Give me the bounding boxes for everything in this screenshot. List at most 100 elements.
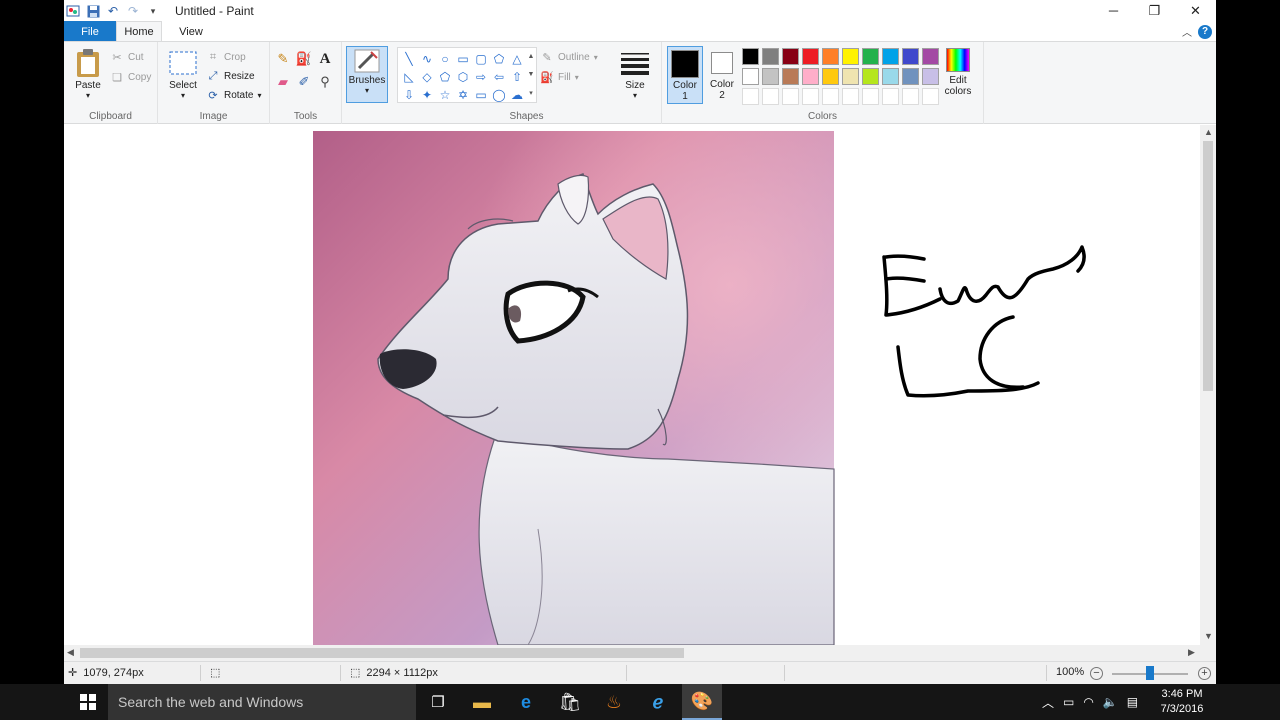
save-icon[interactable] <box>86 4 100 18</box>
undo-icon[interactable]: ↶ <box>106 4 120 18</box>
horizontal-scroll-thumb[interactable] <box>80 648 684 658</box>
customize-icon[interactable]: ▾ <box>146 4 160 18</box>
tab-file[interactable]: File <box>64 21 116 42</box>
fill-dropdown-icon: ▾ <box>574 72 579 82</box>
paste-label: Paste <box>75 80 101 91</box>
scroll-up-arrow-icon[interactable]: ▲ <box>1204 127 1213 137</box>
scroll-left-arrow-icon[interactable]: ◀ <box>67 647 74 658</box>
crop-button[interactable]: ⌗ Crop <box>206 48 246 66</box>
store-icon[interactable]: 🛍 <box>550 684 590 720</box>
zoom-out-icon[interactable]: − <box>1090 667 1103 680</box>
outline-button[interactable]: ✎ Outline ▾ <box>540 48 597 66</box>
edge-icon[interactable]: e <box>506 684 546 720</box>
shapes-scroll[interactable]: ▲ ▼ ▾ <box>526 48 536 102</box>
brushes-button[interactable]: Brushes ▾ <box>346 46 388 103</box>
internet-explorer-icon[interactable]: ℯ <box>638 684 678 720</box>
paste-button[interactable]: Paste ▾ <box>70 48 106 100</box>
horizontal-scrollbar[interactable]: ◀ ▶ <box>64 645 1200 661</box>
down-arrow-shape-icon[interactable]: ⇩ <box>400 86 418 104</box>
restore-icon[interactable]: ❐ <box>1134 0 1175 21</box>
diamond-shape-icon[interactable]: ◇ <box>418 68 436 86</box>
pentagon-shape-icon[interactable]: ⬠ <box>436 68 454 86</box>
paste-dropdown-icon[interactable]: ▾ <box>86 91 90 100</box>
select-label: Select <box>169 80 197 91</box>
hexagon-shape-icon[interactable]: ⬡ <box>454 68 472 86</box>
taskbar-clock[interactable]: 3:46 PM 7/3/2016 <box>1152 687 1212 717</box>
canvas-drawing <box>313 131 1086 646</box>
search-placeholder: Search the web and Windows <box>118 694 304 710</box>
vertical-scrollbar[interactable]: ▲ ▼ <box>1200 125 1216 645</box>
scroll-up-icon[interactable]: ▲ <box>528 53 535 60</box>
up-arrow-shape-icon[interactable]: ⇧ <box>508 68 526 86</box>
action-center-icon[interactable]: ▤ <box>1127 695 1138 709</box>
tools-group: ✎ ⛽ A ▰ ✐ ⚲ Tools <box>270 42 342 124</box>
show-hidden-icons-icon[interactable]: ︿ <box>1042 694 1054 711</box>
callout-oval-shape-icon[interactable]: ◯ <box>490 86 508 104</box>
paint-app-icon[interactable] <box>66 4 80 18</box>
five-point-star-shape-icon[interactable]: ☆ <box>436 86 454 104</box>
help-icon[interactable]: ? <box>1198 24 1212 39</box>
minimize-icon[interactable]: ─ <box>1093 0 1134 21</box>
vertical-scroll-thumb[interactable] <box>1203 141 1213 391</box>
six-point-star-shape-icon[interactable]: ✡ <box>454 86 472 104</box>
zoom-in-icon[interactable]: + <box>1198 667 1211 680</box>
fill-button[interactable]: ⛽ Fill ▾ <box>540 68 579 86</box>
volume-icon[interactable]: 🔈 <box>1103 695 1118 709</box>
pencil-icon[interactable]: ✎ <box>276 51 290 66</box>
task-view-icon[interactable]: ❐ <box>418 684 458 720</box>
tab-home[interactable]: Home <box>116 21 162 42</box>
right-triangle-shape-icon[interactable]: ◺ <box>400 68 418 86</box>
windows-start-icon[interactable] <box>70 684 106 720</box>
close-icon[interactable]: ✕ <box>1175 0 1216 21</box>
select-button[interactable]: Select ▾ <box>166 48 200 100</box>
fill-icon[interactable]: ⛽ <box>296 51 312 66</box>
redo-icon[interactable]: ↷ <box>126 4 140 18</box>
scroll-down-icon[interactable]: ▼ <box>528 71 535 78</box>
color-picker-icon[interactable]: ✐ <box>297 74 311 89</box>
rounded-rectangle-shape-icon[interactable]: ▢ <box>472 50 490 68</box>
four-point-star-shape-icon[interactable]: ✦ <box>418 86 436 104</box>
expand-gallery-icon[interactable]: ▾ <box>529 89 533 97</box>
eraser-icon[interactable]: ▰ <box>276 74 290 89</box>
file-explorer-icon[interactable]: ▬ <box>462 684 502 720</box>
java-icon[interactable]: ♨ <box>594 684 634 720</box>
select-dropdown-icon[interactable]: ▾ <box>181 91 185 100</box>
wifi-icon[interactable]: ◠ <box>1083 695 1093 709</box>
ribbon-tabs: File Home View ︿ ? <box>64 21 1216 42</box>
image-group-label: Image <box>199 111 228 122</box>
selection-size-icon: ⬚ <box>210 667 221 679</box>
polygon-shape-icon[interactable]: ⬠ <box>490 50 508 68</box>
copy-button[interactable]: ❏ Copy <box>110 68 151 86</box>
taskbar-search-box[interactable]: Search the web and Windows <box>108 684 416 720</box>
rectangle-shape-icon[interactable]: ▭ <box>454 50 472 68</box>
right-arrow-shape-icon[interactable]: ⇨ <box>472 68 490 86</box>
outline-icon: ✎ <box>542 51 552 64</box>
paint-icon[interactable]: 🎨 <box>682 684 722 720</box>
triangle-shape-icon[interactable]: △ <box>508 50 526 68</box>
callout-rect-shape-icon[interactable]: ▭ <box>472 86 490 104</box>
shapes-gallery: ╲ ∿ ○ ▭ ▢ ⬠ △ ◺ ◇ ⬠ ⬡ ⇨ ⇦ ⇧ ⇩ ✦ ☆ ✡ ▭ ◯ … <box>397 47 537 103</box>
scroll-down-arrow-icon[interactable]: ▼ <box>1204 631 1213 641</box>
oval-shape-icon[interactable]: ○ <box>436 50 454 68</box>
network-icon[interactable]: ▭ <box>1063 695 1074 709</box>
fill-label: Fill <box>558 71 571 83</box>
drawing-canvas[interactable] <box>68 129 1196 646</box>
zoom-slider-thumb[interactable] <box>1146 666 1154 680</box>
copy-icon: ❏ <box>112 71 122 84</box>
magnifier-icon[interactable]: ⚲ <box>318 74 332 89</box>
text-icon[interactable]: A <box>318 51 332 67</box>
scroll-right-arrow-icon[interactable]: ▶ <box>1188 647 1195 658</box>
curve-shape-icon[interactable]: ∿ <box>418 50 436 68</box>
brushes-dropdown-icon: ▾ <box>364 86 369 95</box>
collapse-ribbon-icon[interactable]: ︿ <box>1182 24 1192 39</box>
cut-button[interactable]: ✂ Cut <box>110 48 143 66</box>
resize-icon: ⤢ <box>208 69 218 82</box>
callout-cloud-shape-icon[interactable]: ☁ <box>508 86 526 104</box>
line-shape-icon[interactable]: ╲ <box>400 50 418 68</box>
tab-view[interactable]: View <box>168 21 214 42</box>
brushes-label: Brushes <box>348 75 386 86</box>
left-arrow-shape-icon[interactable]: ⇦ <box>490 68 508 86</box>
size-button[interactable]: Size ▾ <box>617 48 653 100</box>
resize-button[interactable]: ⤢ Resize <box>206 67 255 85</box>
rotate-button[interactable]: ⟳ Rotate ▾ <box>206 86 261 104</box>
